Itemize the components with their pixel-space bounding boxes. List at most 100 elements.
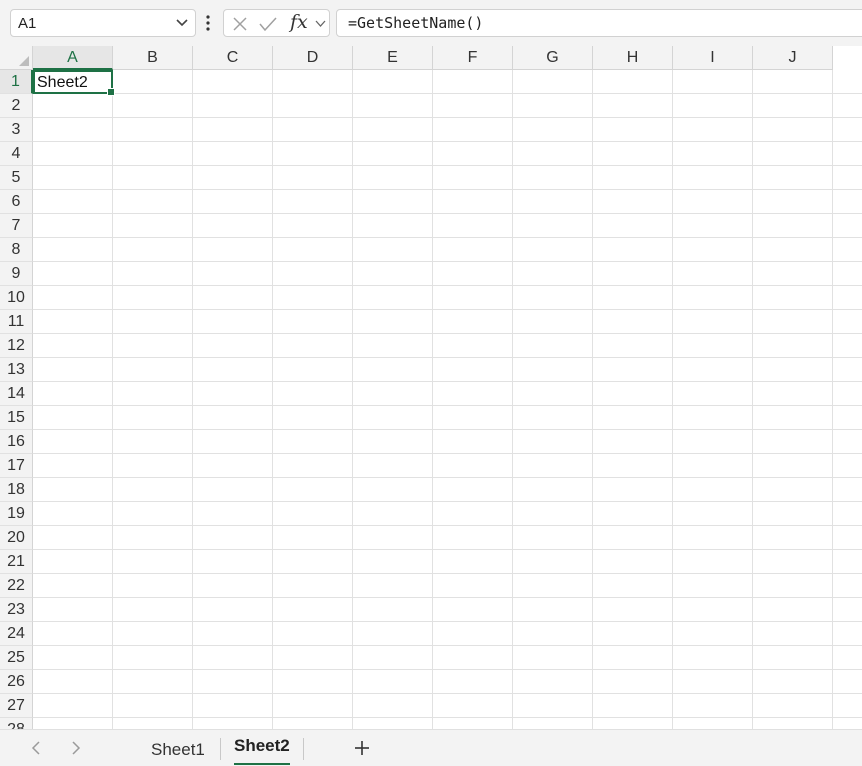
row-header-22[interactable]: 22: [0, 574, 33, 598]
row-header-27[interactable]: 27: [0, 694, 33, 718]
gridline-horizontal: [33, 381, 862, 382]
gridline-horizontal: [33, 477, 862, 478]
gridline-horizontal: [33, 405, 862, 406]
gridline-vertical: [432, 70, 433, 729]
fill-handle[interactable]: [107, 88, 115, 96]
row-header-8[interactable]: 8: [0, 238, 33, 262]
gridline-horizontal: [33, 717, 862, 718]
column-headers: ABCDEFGHIJ: [33, 46, 833, 70]
column-header-e[interactable]: E: [353, 46, 433, 70]
gridline-horizontal: [33, 165, 862, 166]
sheet-tab-bar: Sheet1 Sheet2: [0, 729, 862, 766]
row-header-2[interactable]: 2: [0, 94, 33, 118]
gridline-horizontal: [33, 141, 862, 142]
gridline-horizontal: [33, 93, 862, 94]
cell-a1-value: Sheet2: [37, 74, 88, 91]
gridline-horizontal: [33, 621, 862, 622]
gridline-horizontal: [33, 333, 862, 334]
gridline-vertical: [192, 70, 193, 729]
gridline-horizontal: [33, 429, 862, 430]
row-header-10[interactable]: 10: [0, 286, 33, 310]
formula-bar-area: A1 fx =GetSheetName(): [0, 0, 862, 46]
chevron-down-icon[interactable]: [175, 18, 189, 28]
gridline-vertical: [512, 70, 513, 729]
column-header-h[interactable]: H: [593, 46, 673, 70]
row-header-6[interactable]: 6: [0, 190, 33, 214]
column-header-d[interactable]: D: [273, 46, 353, 70]
row-header-1[interactable]: 1: [0, 70, 33, 94]
column-header-c[interactable]: C: [193, 46, 273, 70]
gridline-vertical: [272, 70, 273, 729]
gridline-vertical: [352, 70, 353, 729]
row-header-16[interactable]: 16: [0, 430, 33, 454]
row-header-21[interactable]: 21: [0, 550, 33, 574]
sheet-tab-sheet1[interactable]: Sheet1: [151, 740, 205, 766]
gridline-horizontal: [33, 237, 862, 238]
gridline-vertical: [112, 70, 113, 729]
gridline-horizontal: [33, 669, 862, 670]
row-header-7[interactable]: 7: [0, 214, 33, 238]
row-header-28[interactable]: 28: [0, 718, 33, 729]
insert-function-button[interactable]: fx: [290, 11, 308, 33]
worksheet-grid: ABCDEFGHIJ 1 2 3 4 5 6 7 8 9 10 11 12 13 14 15 16 17 18 19…: [0, 46, 862, 729]
cell-area[interactable]: Sheet2: [33, 70, 862, 729]
column-header-a[interactable]: A: [33, 46, 113, 70]
row-header-25[interactable]: 25: [0, 646, 33, 670]
gridline-horizontal: [33, 501, 862, 502]
sheet-tab-sheet2[interactable]: Sheet2: [234, 736, 290, 765]
row-header-9[interactable]: 9: [0, 262, 33, 286]
gridline-horizontal: [33, 525, 862, 526]
gridline-horizontal: [33, 549, 862, 550]
select-all-button[interactable]: [0, 46, 33, 70]
cancel-icon[interactable]: [232, 16, 248, 32]
column-header-g[interactable]: G: [513, 46, 593, 70]
column-header-f[interactable]: F: [433, 46, 513, 70]
row-header-17[interactable]: 17: [0, 454, 33, 478]
column-header-j[interactable]: J: [753, 46, 833, 70]
formula-text: =GetSheetName(): [348, 14, 484, 32]
row-header-14[interactable]: 14: [0, 382, 33, 406]
gridline-horizontal: [33, 213, 862, 214]
row-headers: 1 2 3 4 5 6 7 8 9 10 11 12 13 14 15 16 17 18 19 20 21 22 23 24 2…: [0, 70, 33, 729]
gridline-horizontal: [33, 189, 862, 190]
gridline-vertical: [832, 70, 833, 729]
add-sheet-icon[interactable]: [354, 740, 370, 756]
row-header-24[interactable]: 24: [0, 622, 33, 646]
chevron-left-icon[interactable]: [30, 741, 42, 755]
column-header-i[interactable]: I: [673, 46, 753, 70]
row-header-23[interactable]: 23: [0, 598, 33, 622]
gridline-horizontal: [33, 261, 862, 262]
row-header-4[interactable]: 4: [0, 142, 33, 166]
gridline-vertical: [752, 70, 753, 729]
gridline-horizontal: [33, 597, 862, 598]
gridline-horizontal: [33, 357, 862, 358]
sheet-tab-sheet2-label: Sheet2: [234, 736, 290, 755]
row-header-11[interactable]: 11: [0, 310, 33, 334]
row-header-12[interactable]: 12: [0, 334, 33, 358]
gridline-horizontal: [33, 645, 862, 646]
gridline-horizontal: [33, 573, 862, 574]
column-header-b[interactable]: B: [113, 46, 193, 70]
row-header-26[interactable]: 26: [0, 670, 33, 694]
chevron-down-icon[interactable]: [315, 20, 326, 28]
chevron-right-icon[interactable]: [70, 741, 82, 755]
row-header-13[interactable]: 13: [0, 358, 33, 382]
tab-divider: [303, 738, 304, 760]
row-header-3[interactable]: 3: [0, 118, 33, 142]
gridline-horizontal: [33, 285, 862, 286]
row-header-19[interactable]: 19: [0, 502, 33, 526]
row-header-15[interactable]: 15: [0, 406, 33, 430]
more-options-icon[interactable]: [205, 14, 211, 32]
row-header-20[interactable]: 20: [0, 526, 33, 550]
gridline-horizontal: [33, 117, 862, 118]
gridline-horizontal: [33, 309, 862, 310]
row-header-5[interactable]: 5: [0, 166, 33, 190]
tab-divider: [220, 738, 221, 760]
enter-check-icon[interactable]: [259, 16, 277, 32]
formula-actions: fx: [223, 9, 330, 37]
gridline-vertical: [592, 70, 593, 729]
name-box[interactable]: A1: [10, 9, 196, 37]
formula-input[interactable]: =GetSheetName(): [336, 9, 862, 37]
row-header-18[interactable]: 18: [0, 478, 33, 502]
cell-a1[interactable]: Sheet2: [33, 70, 115, 96]
